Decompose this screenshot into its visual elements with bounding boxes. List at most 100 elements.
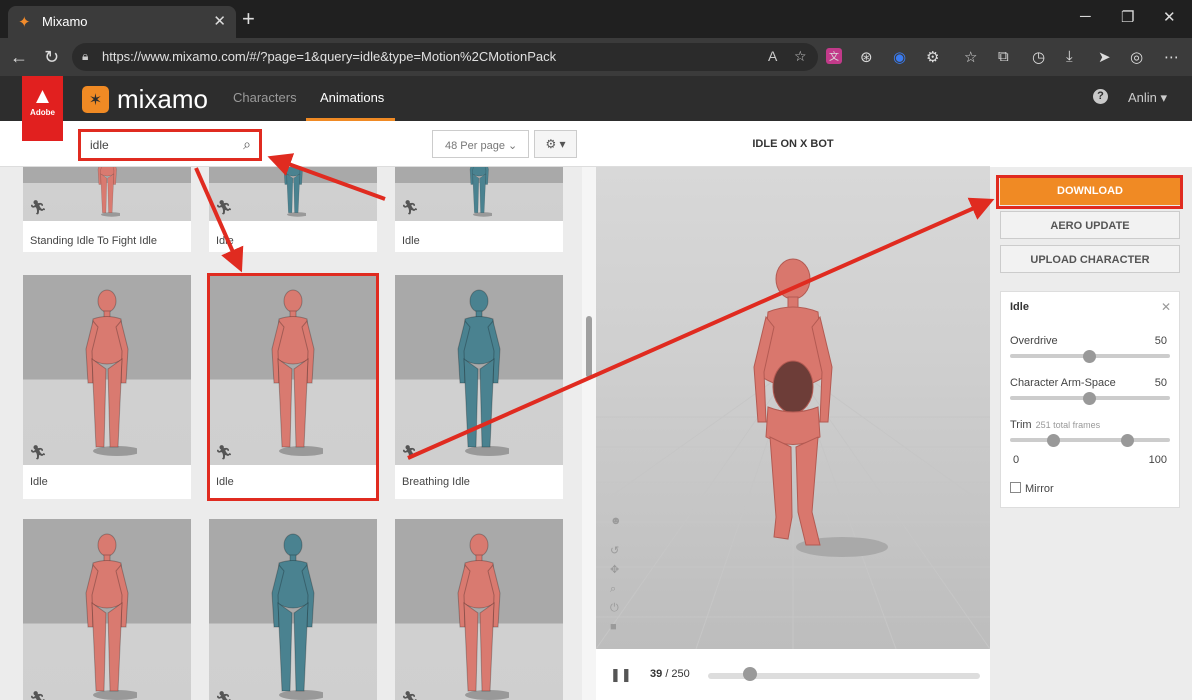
copilot-icon[interactable]: ◎	[1130, 48, 1143, 66]
window-close-icon[interactable]: ✕	[1163, 8, 1176, 26]
motion-icon: 🏃︎	[401, 444, 419, 460]
nav-characters[interactable]: Characters	[233, 90, 297, 105]
restore-icon[interactable]: ❐	[1121, 8, 1134, 26]
close-icon[interactable]: ✕	[1161, 300, 1171, 314]
nav-animations[interactable]: Animations	[320, 90, 384, 105]
pause-icon[interactable]: ❚❚	[610, 667, 632, 683]
current-frame: 39	[650, 668, 663, 680]
total-frames: / 250	[665, 668, 690, 680]
animation-label: Breathing Idle	[402, 476, 470, 488]
animation-thumbnail	[209, 519, 377, 700]
reset-view-icon[interactable]: ↺	[610, 544, 619, 557]
user-menu[interactable]: Anlin ▾	[1128, 90, 1167, 106]
translate-extension-icon[interactable]: 文	[826, 48, 842, 64]
character-figure	[449, 287, 513, 462]
read-aloud-icon[interactable]: A	[768, 48, 777, 64]
character-figure	[77, 287, 141, 462]
trim-slider[interactable]	[1010, 438, 1170, 442]
trim-end-handle[interactable]	[1121, 434, 1134, 447]
trim-max: 100	[1148, 454, 1167, 466]
motion-icon: 🏃︎	[29, 690, 47, 700]
browser-tab[interactable]: ✦ Mixamo ✕	[8, 6, 236, 38]
3d-viewport[interactable]: ☻ ↺ ✥ ⌕ ⏻ ■	[596, 167, 990, 649]
mixamo-favicon-icon: ✦	[18, 14, 31, 31]
animation-label: Idle	[30, 476, 48, 488]
share-icon[interactable]: ➤	[1098, 48, 1111, 66]
adobe-label: Adobe	[30, 108, 55, 117]
history-icon[interactable]: ◷	[1032, 48, 1045, 66]
chevron-down-icon: ⌄	[508, 140, 518, 152]
search-highlight-box	[78, 129, 262, 161]
download-icon[interactable]: ⤓	[1066, 48, 1073, 65]
download-highlight-box	[996, 175, 1183, 209]
url-bar[interactable]: 🔒︎ https://www.mixamo.com/#/?page=1&quer…	[72, 43, 818, 71]
extension-icon[interactable]: ⊛	[860, 48, 873, 66]
animation-card[interactable]: 🏃︎	[395, 519, 563, 700]
trim-label: Trim 251 total frames	[1010, 419, 1100, 431]
settings-dropdown-button[interactable]: ⚙ ▾	[534, 130, 577, 158]
mixamo-logo[interactable]: ✶ mixamo	[82, 84, 208, 115]
aero-update-button[interactable]: AERO UPDATE	[1000, 211, 1180, 239]
user-name: Anlin	[1128, 90, 1157, 105]
browser-titlebar: ✦ Mixamo ✕ + ─ ❐ ✕	[0, 0, 1192, 38]
zoom-icon[interactable]: ⌕	[610, 583, 616, 596]
extensions-puzzle-icon[interactable]: ⚙	[926, 48, 939, 66]
playback-bar: ❚❚ 39 / 250	[596, 649, 990, 700]
per-page-select[interactable]: 48 Per page ⌄	[432, 130, 529, 158]
upload-character-button[interactable]: UPLOAD CHARACTER	[1000, 245, 1180, 273]
animation-thumbnail	[209, 167, 377, 221]
overdrive-slider-handle[interactable]	[1083, 350, 1096, 363]
back-icon[interactable]: ←	[10, 47, 28, 68]
refresh-icon[interactable]: ↻	[44, 47, 59, 68]
motion-icon: 🏃︎	[29, 444, 47, 460]
animation-card[interactable]: 🏃︎	[209, 519, 377, 700]
new-tab-icon[interactable]: +	[242, 6, 255, 32]
trim-min: 0	[1013, 454, 1020, 466]
favorites-icon[interactable]: ☆	[964, 48, 977, 66]
collections-icon[interactable]: ⧉	[998, 48, 1009, 65]
pan-icon[interactable]: ✥	[610, 563, 619, 576]
animation-card[interactable]: 🏃︎ Idle	[395, 167, 563, 252]
mirror-checkbox[interactable]: Mirror	[1010, 482, 1054, 495]
trim-start-handle[interactable]	[1047, 434, 1060, 447]
animation-card[interactable]: 🏃︎ Idle	[209, 167, 377, 252]
mirror-label: Mirror	[1025, 483, 1054, 495]
minimize-icon[interactable]: ─	[1080, 8, 1091, 25]
animation-thumbnail	[395, 519, 563, 700]
motion-icon: 🏃︎	[215, 690, 233, 700]
lock-icon: 🔒︎	[82, 49, 89, 63]
animation-label: Idle	[402, 235, 420, 247]
trim-label-text: Trim	[1010, 419, 1032, 431]
grid-scrollbar[interactable]	[582, 167, 596, 700]
trim-note: 251 total frames	[1035, 420, 1101, 430]
viewer-title: IDLE ON X BOT	[596, 121, 990, 167]
animation-card[interactable]: 🏃︎ Idle	[23, 275, 191, 499]
tab-close-icon[interactable]: ✕	[213, 12, 226, 30]
character-figure	[280, 167, 309, 221]
motion-icon: 🏃︎	[215, 199, 233, 215]
adobe-icon: ▲	[31, 83, 54, 108]
character-view-icon[interactable]: ☻	[610, 515, 622, 527]
animation-card[interactable]: 🏃︎ Breathing Idle	[395, 275, 563, 499]
grid-scrollbar-thumb[interactable]	[586, 316, 592, 378]
motion-icon: 🏃︎	[29, 199, 47, 215]
selected-card-highlight-box	[207, 273, 379, 501]
animation-card[interactable]: 🏃︎	[23, 519, 191, 700]
animation-thumbnail	[395, 167, 563, 221]
settings-title: Idle	[1010, 301, 1029, 313]
bitwarden-extension-icon[interactable]: ◉	[893, 48, 906, 66]
viewer-character	[753, 258, 888, 557]
power-icon[interactable]: ⏻	[610, 602, 619, 615]
adobe-logo[interactable]: ▲ Adobe	[22, 76, 63, 141]
help-icon[interactable]: ?	[1093, 89, 1108, 104]
camera-icon[interactable]: ■	[610, 621, 617, 633]
armspace-slider-handle[interactable]	[1083, 392, 1096, 405]
motion-icon: 🏃︎	[401, 690, 419, 700]
more-menu-icon[interactable]: ⋯	[1164, 48, 1179, 66]
character-figure	[263, 531, 327, 700]
favorite-star-icon[interactable]: ☆	[794, 48, 807, 65]
character-figure	[77, 531, 141, 700]
animation-card[interactable]: 🏃︎ Standing Idle To Fight Idle	[23, 167, 191, 252]
address-bar-row: ← ↻ 🔒︎ https://www.mixamo.com/#/?page=1&…	[0, 38, 1192, 76]
mirror-checkbox-box[interactable]	[1010, 482, 1021, 493]
